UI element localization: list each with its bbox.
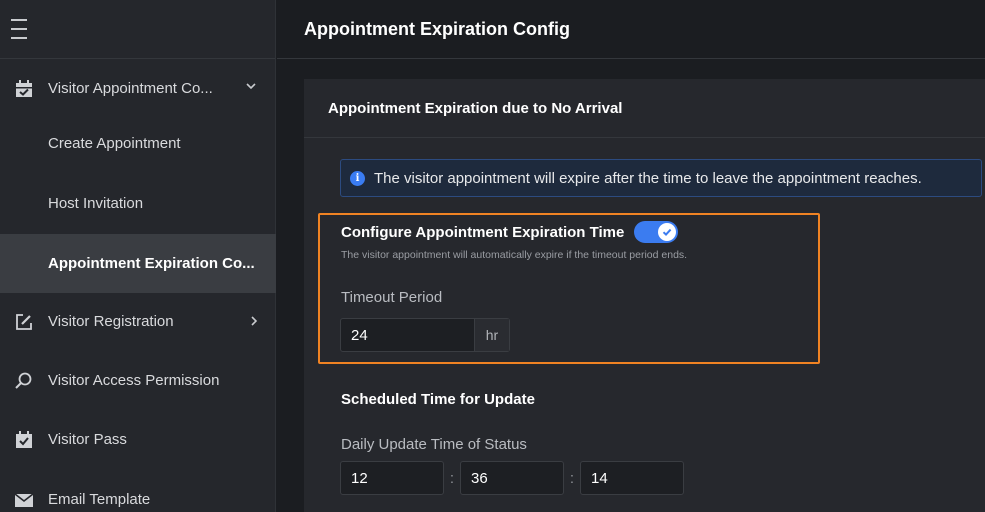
card-header: Appointment Expiration due to No Arrival [304,79,985,138]
timeout-unit: hr [474,319,509,351]
chevron-right-icon [248,314,260,331]
sidebar-item-visitor-pass[interactable]: Visitor Pass [0,410,276,469]
sidebar-item-label: Visitor Access Permission [48,372,220,389]
minute-input[interactable]: 36 [460,461,564,495]
hour-input[interactable]: 12 [340,461,444,495]
card-title: Appointment Expiration due to No Arrival [328,99,623,117]
sidebar-item-label: Host Invitation [48,195,144,212]
sidebar-item-email-template[interactable]: Email Template [0,470,276,512]
sidebar: Visitor Appointment Co... Create Appoint… [0,0,276,512]
sidebar-item-visitor-access-permission[interactable]: Visitor Access Permission [0,351,276,410]
sidebar-item-visitor-appointment[interactable]: Visitor Appointment Co... [0,59,276,118]
time-separator: : [569,469,575,487]
daily-update-label: Daily Update Time of Status [341,436,527,453]
calendar-check-icon [13,78,35,100]
mail-icon [13,489,35,511]
sidebar-item-visitor-registration[interactable]: Visitor Registration [0,292,276,351]
timeout-label: Timeout Period [341,289,443,306]
sidebar-item-appointment-expiration[interactable]: Appointment Expiration Co... [0,234,276,293]
timeout-input[interactable]: 24 hr [340,318,510,352]
sidebar-item-create-appointment[interactable]: Create Appointment [0,114,276,173]
config-row: Configure Appointment Expiration Time [341,221,679,243]
config-description: The visitor appointment will automatical… [341,249,688,261]
sidebar-item-host-invitation[interactable]: Host Invitation [0,174,276,233]
sidebar-top [0,0,275,59]
info-icon: i [350,170,365,186]
schedule-title: Scheduled Time for Update [341,391,535,408]
expiration-toggle[interactable] [634,221,679,243]
time-picker: 12 : 36 : 14 [340,461,684,495]
page-header: Appointment Expiration Config [277,0,985,59]
sidebar-item-label: Create Appointment [48,135,181,152]
config-title: Configure Appointment Expiration Time [341,223,625,241]
sidebar-item-label: Visitor Appointment Co... [48,80,213,97]
time-separator: : [449,469,455,487]
chevron-down-icon [245,79,257,96]
check-icon [658,223,677,241]
timeout-value: 24 [351,326,368,344]
expiration-card: Appointment Expiration due to No Arrival… [304,79,985,512]
pass-icon [13,429,35,451]
menu-icon[interactable] [11,19,27,39]
search-icon [13,370,35,392]
sidebar-item-label: Visitor Pass [48,431,127,448]
page-title: Appointment Expiration Config [304,18,570,39]
sidebar-item-label: Email Template [48,491,151,508]
sidebar-item-label: Appointment Expiration Co... [48,255,255,272]
second-input[interactable]: 14 [580,461,684,495]
info-banner: i The visitor appointment will expire af… [340,159,982,197]
info-text: The visitor appointment will expire afte… [374,169,922,187]
sidebar-item-label: Visitor Registration [48,313,174,330]
edit-icon [13,311,35,333]
